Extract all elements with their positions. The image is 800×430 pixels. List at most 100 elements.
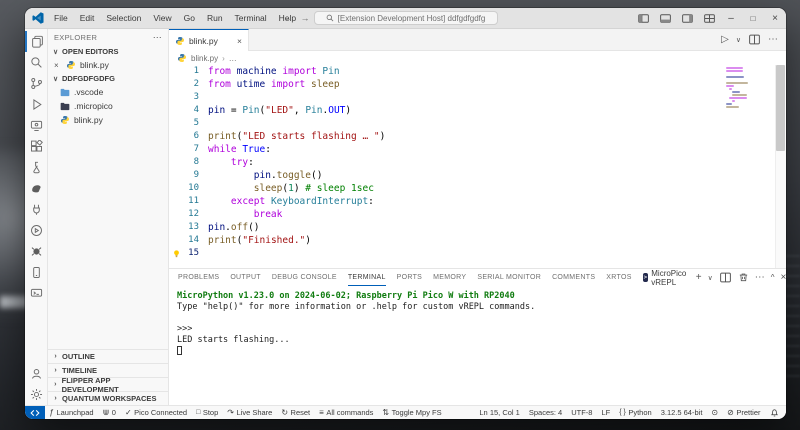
command-center[interactable]: [Extension Development Host] ddfgdfgdfg xyxy=(313,11,498,25)
serial-monitor-icon[interactable] xyxy=(25,283,47,304)
panel-tab-problems[interactable]: PROBLEMS xyxy=(178,269,219,286)
run-debug-icon[interactable] xyxy=(25,94,47,115)
status-toggle-mpy-fs[interactable]: ⇅ Toggle Mpy FS xyxy=(378,406,446,419)
code-editor[interactable]: 1 from machine import Pin 2 from utime impo… xyxy=(169,65,786,268)
section-flipper-app-development[interactable]: › FLIPPER APP DEVELOPMENT xyxy=(48,376,168,394)
status-python-version[interactable]: 3.12.5 64-bit xyxy=(656,406,707,419)
settings-icon[interactable] xyxy=(25,384,47,405)
code-line[interactable]: 11 except KeyboardInterrupt: xyxy=(169,195,786,208)
code-line[interactable]: 15 xyxy=(169,247,786,260)
explorer-more-actions-icon[interactable]: ⋯ xyxy=(153,32,162,43)
status-reset[interactable]: ↻ Reset xyxy=(277,406,315,419)
code-line[interactable]: 8 try: xyxy=(169,156,786,169)
menu-run[interactable]: Run xyxy=(202,11,228,25)
nav-back-icon[interactable]: ← xyxy=(284,13,293,23)
close-icon[interactable]: × xyxy=(764,8,786,28)
new-terminal-icon[interactable]: + xyxy=(696,272,702,283)
more-actions-icon[interactable]: ⋯ xyxy=(755,272,765,283)
testing-icon[interactable] xyxy=(25,157,47,178)
run-python-file-icon[interactable]: ▷ xyxy=(721,34,729,45)
code-line[interactable]: 5 xyxy=(169,117,786,130)
split-editor-icon[interactable] xyxy=(748,33,761,46)
source-control-icon[interactable] xyxy=(25,73,47,94)
file-item-micropico[interactable]: .micropico xyxy=(48,99,168,113)
device-manager-icon[interactable] xyxy=(25,262,47,283)
layout-panel-icon[interactable] xyxy=(654,8,676,28)
menu-selection[interactable]: Selection xyxy=(101,11,146,25)
status-indentation[interactable]: Spaces: 4 xyxy=(524,406,566,419)
pymakr-icon[interactable] xyxy=(25,199,47,220)
breadcrumb[interactable]: blink.py › … xyxy=(169,51,786,65)
status-eol[interactable]: LF xyxy=(597,406,615,419)
status-cursor-position[interactable]: Ln 15, Col 1 xyxy=(475,406,524,419)
panel-tab-xrtos[interactable]: XRTOS xyxy=(606,269,631,286)
spider-icon[interactable] xyxy=(25,241,47,262)
maximize-panel-icon[interactable]: ^ xyxy=(771,273,775,282)
menu-terminal[interactable]: Terminal xyxy=(230,11,272,25)
file-item-blink.py[interactable]: blink.py xyxy=(48,113,168,127)
status-prettier[interactable]: ⊘ Prettier xyxy=(723,406,765,419)
workspace-section[interactable]: ∨ DDFGDFGDFG xyxy=(48,72,168,85)
account-icon[interactable] xyxy=(25,363,47,384)
lightbulb-icon[interactable] xyxy=(169,249,184,258)
breadcrumb-symbol[interactable]: … xyxy=(229,54,237,63)
code-line[interactable]: 7 while True: xyxy=(169,143,786,156)
split-terminal-icon[interactable] xyxy=(719,271,732,284)
code-line[interactable]: 10 sleep(1) # sleep 1sec xyxy=(169,182,786,195)
status-stop[interactable]: □ Stop xyxy=(192,406,223,419)
nav-forward-icon[interactable]: → xyxy=(301,13,310,23)
panel-tab-terminal[interactable]: TERMINAL xyxy=(347,269,386,286)
panel-tab-serial-monitor[interactable]: SERIAL MONITOR xyxy=(477,269,541,286)
code-line[interactable]: 4 pin = Pin("LED", Pin.OUT) xyxy=(169,104,786,117)
status-live-share[interactable]: ↷ Live Share xyxy=(223,406,277,419)
layout-sidebar-left-icon[interactable] xyxy=(632,8,654,28)
code-line[interactable]: 13 pin.off() xyxy=(169,221,786,234)
code-line[interactable]: 12 break xyxy=(169,208,786,221)
status-launchpad[interactable]: ƒ Launchpad xyxy=(45,406,98,419)
explorer-icon[interactable] xyxy=(25,31,47,52)
close-icon[interactable]: × xyxy=(54,61,62,70)
status-encoding[interactable]: UTF-8 xyxy=(567,406,597,419)
tab-blink-py[interactable]: blink.py × xyxy=(169,29,249,51)
kill-terminal-icon[interactable] xyxy=(738,272,749,283)
layout-sidebar-right-icon[interactable] xyxy=(676,8,698,28)
menu-edit[interactable]: Edit xyxy=(75,11,100,25)
status-pico-connected[interactable]: ✓ Pico Connected xyxy=(120,406,191,419)
section-outline[interactable]: › OUTLINE xyxy=(48,349,168,363)
menu-view[interactable]: View xyxy=(148,11,176,25)
code-line[interactable]: 9 pin.toggle() xyxy=(169,169,786,182)
panel-tab-comments[interactable]: COMMENTS xyxy=(552,269,595,286)
close-icon[interactable]: × xyxy=(237,36,242,46)
status-dolphin-counter[interactable]: ⋓ 0 xyxy=(98,406,120,419)
run-dropdown-icon[interactable]: ∨ xyxy=(736,36,741,44)
flipper-icon[interactable] xyxy=(25,178,47,199)
remote-explorer-icon[interactable] xyxy=(25,115,47,136)
file-item-vscode[interactable]: .vscode xyxy=(48,85,168,99)
code-line[interactable]: 3 xyxy=(169,91,786,104)
search-icon[interactable] xyxy=(25,52,47,73)
close-panel-icon[interactable]: × xyxy=(781,272,786,283)
status-notifications[interactable] xyxy=(765,406,783,419)
panel-tab-memory[interactable]: MEMORY xyxy=(433,269,466,286)
minimap[interactable] xyxy=(726,67,752,127)
open-editor-item-blink[interactable]: × blink.py xyxy=(48,58,168,72)
code-line[interactable]: 14 print("Finished.") xyxy=(169,234,786,247)
more-actions-icon[interactable]: ⋯ xyxy=(768,34,778,45)
terminal-list-item[interactable]: > MicroPico vREPL xyxy=(642,269,690,287)
status-language-mode[interactable]: { } Python xyxy=(615,406,656,419)
terminal-dropdown-icon[interactable]: ∨ xyxy=(708,274,713,282)
panel-tab-debug-console[interactable]: DEBUG CONSOLE xyxy=(272,269,337,286)
maximize-icon[interactable]: □ xyxy=(742,8,764,28)
extensions-icon[interactable] xyxy=(25,136,47,157)
panel-tab-ports[interactable]: PORTS xyxy=(397,269,423,286)
code-line[interactable]: 1 from machine import Pin xyxy=(169,65,786,78)
open-editors-section[interactable]: ∨ OPEN EDITORS xyxy=(48,45,168,58)
status-remote-indicator[interactable] xyxy=(25,406,45,419)
section-quantum-workspaces[interactable]: › QUANTUM WORKSPACES xyxy=(48,391,168,405)
menu-file[interactable]: File xyxy=(49,11,73,25)
scrollbar-thumb[interactable] xyxy=(776,65,785,151)
customize-layout-icon[interactable] xyxy=(698,8,720,28)
editor-scrollbar[interactable] xyxy=(775,65,786,268)
menu-go[interactable]: Go xyxy=(179,11,200,25)
breadcrumb-file[interactable]: blink.py xyxy=(191,54,218,63)
